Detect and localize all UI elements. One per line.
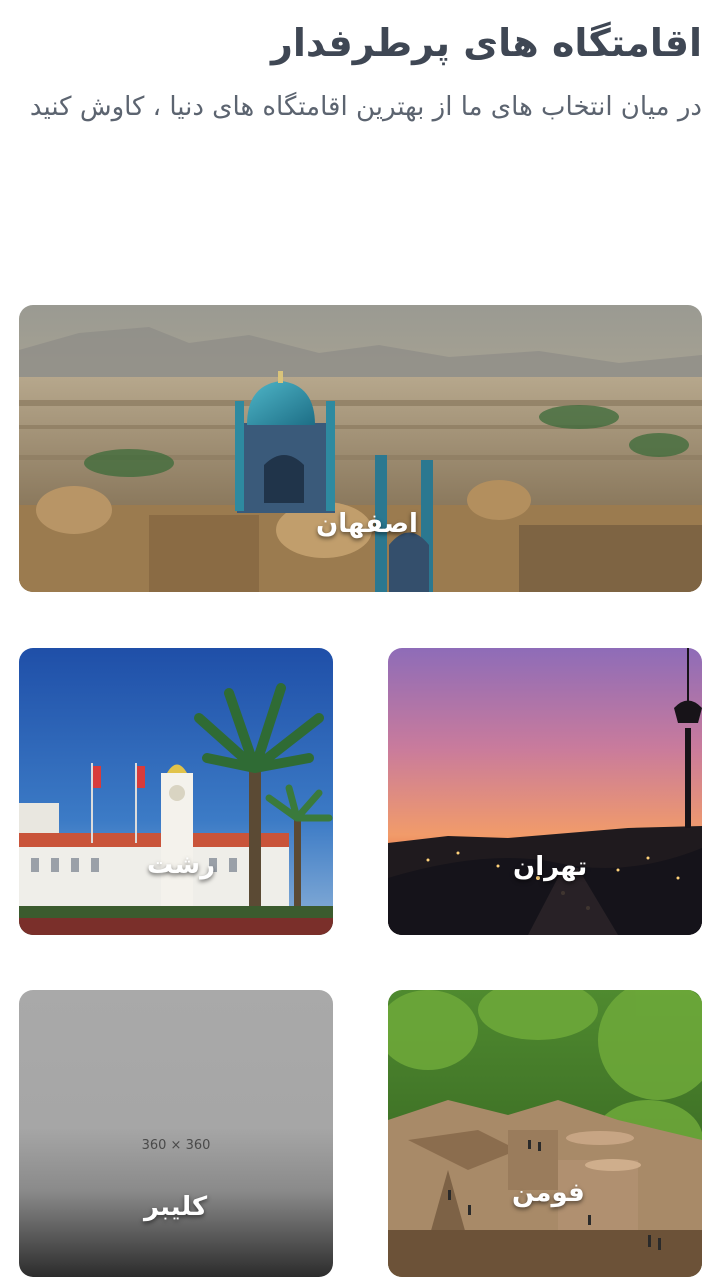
section-title: اقامتگاه های پرطرفدار: [271, 21, 702, 65]
destination-name: اصفهان: [316, 509, 418, 539]
destination-card-tehran[interactable]: تهران: [388, 648, 702, 935]
destination-card-isfahan[interactable]: اصفهان: [19, 305, 702, 592]
rasht-photo: [19, 648, 333, 935]
destination-card-fuman[interactable]: فومن: [388, 990, 702, 1277]
destination-card-rasht[interactable]: رشت: [19, 648, 333, 935]
image-placeholder-size: 360 × 360: [141, 1138, 211, 1153]
destination-card-kalibar[interactable]: 360 × 360 کلیبر: [19, 990, 333, 1277]
section-header: اقامتگاه های پرطرفدار در میان انتخاب های…: [18, 14, 702, 130]
destination-name: تهران: [513, 852, 588, 882]
destination-name: کلیبر: [144, 1192, 208, 1222]
isfahan-photo: [19, 305, 702, 592]
fuman-photo: [388, 990, 702, 1277]
tehran-photo: [388, 648, 702, 935]
section-subtitle: در میان انتخاب های ما از بهترین اقامتگاه…: [29, 92, 702, 122]
destination-name: رشت: [147, 850, 216, 880]
destination-name: فومن: [512, 1178, 585, 1208]
